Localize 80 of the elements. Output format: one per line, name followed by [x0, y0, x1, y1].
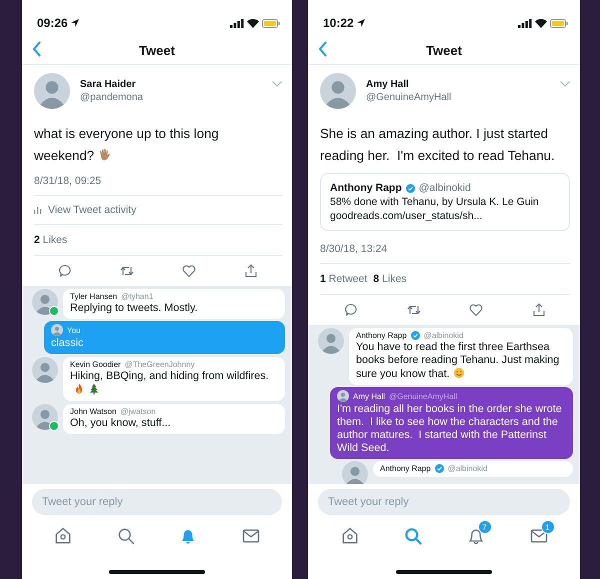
avatar [337, 390, 349, 402]
heart-icon[interactable] [469, 303, 484, 317]
tree-icon [88, 383, 100, 395]
retweet-icon[interactable] [406, 303, 421, 317]
reply-text: You have to read the first three Earthsea books before reading Tehanu. Just making sure you know that. [356, 341, 560, 381]
fire-icon [73, 383, 85, 395]
engagement-count[interactable]: 2 Likes [34, 234, 68, 246]
author-handle: @GenuineAmyHall [389, 392, 458, 400]
reply-field[interactable]: Tweet your reply [32, 489, 282, 515]
share-icon[interactable] [244, 264, 258, 278]
location-arrow-icon [70, 19, 79, 27]
quoted-tweet[interactable]: Anthony Rapp @albinokid 58% done with Tehanu, by Ursula K. Le Guin goodreads.com/user_status/sh... [320, 173, 570, 231]
quoted-link[interactable]: goodreads.com/user_status/sh... [330, 209, 560, 223]
tweet-text: what is everyone up to this long weekend? [34, 125, 220, 165]
bar-chart-icon [34, 206, 42, 214]
author-name: Amy Hall [366, 79, 410, 90]
reply-text: Hiking, BBQing, and hiding from wildfires. [70, 370, 278, 397]
author-name: Anthony Rapp [380, 464, 431, 473]
engagement-count[interactable]: 1 Retweet [320, 273, 368, 285]
home-icon [340, 526, 360, 546]
author-handle: @albinokid [448, 464, 488, 473]
author-handle: @jwatson [120, 407, 156, 416]
wifi-icon [247, 18, 259, 28]
reply-icon[interactable] [58, 264, 72, 278]
screen-title: Tweet [139, 42, 175, 58]
search-icon [402, 526, 422, 546]
quoted-text: 58% done with Tehanu, by Ursula K. Le Guin [330, 195, 540, 209]
signal-icon [518, 18, 532, 28]
author-handle: @albinokid [418, 181, 471, 195]
battery-icon [262, 18, 280, 28]
search-icon [116, 526, 136, 546]
engagement-count[interactable]: 8 Likes [373, 273, 407, 285]
reply-icon[interactable] [344, 303, 358, 317]
battery-icon [550, 18, 568, 28]
retweet-icon[interactable] [120, 264, 134, 278]
author-name: Tyler Hansen [70, 292, 118, 301]
author-name: Anthony Rapp [330, 181, 402, 195]
author-handle: @GenuineAmyHall [366, 92, 452, 103]
tweet-activity-link[interactable]: View Tweet activity [48, 204, 136, 216]
location-arrow-icon [356, 19, 365, 27]
author-name: Sara Haider [80, 79, 137, 90]
author-handle: @pandemona [80, 92, 144, 103]
avatar [32, 357, 58, 383]
signal-icon [230, 18, 244, 28]
reply-text: classic [51, 337, 84, 350]
tweet-timestamp: 8/30/18, 13:24 [320, 237, 570, 264]
back-icon[interactable] [318, 41, 328, 57]
reply-text: I'm reading all her books in the order she wrote them. I like to see how the characters and the author matures. I started with the Patterinst Wild Seed. [337, 403, 563, 455]
reply-text: Replying to tweets. Mostly. [70, 302, 199, 315]
share-icon[interactable] [532, 303, 546, 317]
author-name: You [67, 326, 80, 334]
notification-count: 1 [540, 520, 554, 534]
clock-time: 10:22 [323, 16, 354, 30]
screen-title: Tweet [426, 42, 462, 58]
tweet-timestamp: 8/31/18, 09:25 [34, 169, 282, 196]
clock-time: 09:26 [37, 16, 68, 30]
back-icon[interactable] [32, 41, 42, 57]
avatar [34, 73, 70, 109]
avatar [342, 461, 368, 484]
author-handle: @TheGreenJohnny [124, 360, 195, 369]
avatar [32, 289, 58, 315]
author-name: Amy Hall [353, 392, 386, 400]
heart-icon[interactable] [182, 264, 196, 278]
author-name: John Watson [70, 407, 116, 416]
waving-hand-icon [97, 147, 112, 162]
wifi-icon [535, 18, 547, 28]
author-name: Kevin Goodier [70, 360, 121, 369]
notification-count: 7 [478, 520, 492, 534]
avatar [51, 324, 63, 336]
author-name: Anthony Rapp [356, 331, 407, 340]
reply-text: Oh, you know, stuff... [70, 417, 172, 430]
reply-field[interactable]: Tweet your reply [318, 489, 570, 515]
avatar [318, 328, 344, 354]
smiling-face-icon [452, 367, 465, 379]
author-handle: @albinokid [424, 331, 464, 340]
tweet-text: She is an amazing author. I just started reading her. I'm excited to read Tehanu. [320, 125, 556, 165]
avatar [32, 404, 58, 430]
author-handle: @tyhan1 [121, 292, 154, 301]
home-icon [53, 526, 74, 546]
avatar [320, 73, 356, 109]
